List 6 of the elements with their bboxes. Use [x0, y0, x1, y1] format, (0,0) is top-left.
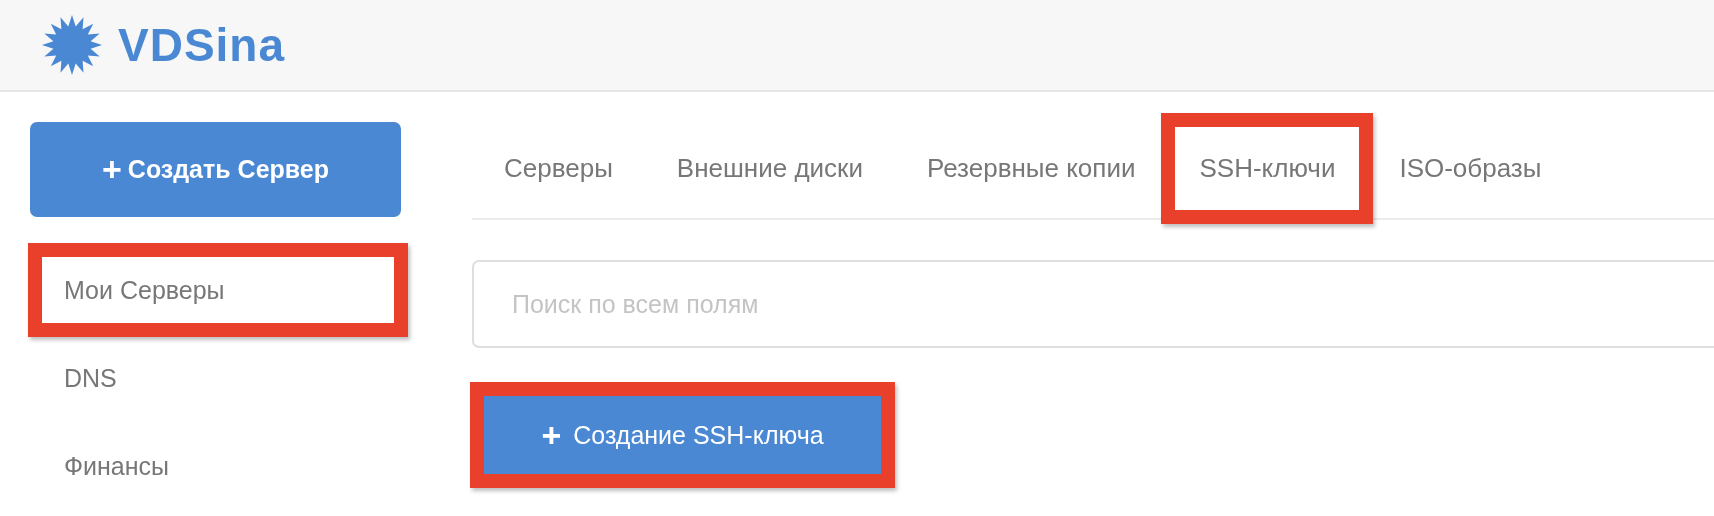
- logo-text[interactable]: VDSina: [118, 18, 286, 72]
- search-field[interactable]: Поиск по всем полям: [472, 260, 1714, 348]
- sidebar-item[interactable]: Мои Серверы: [28, 243, 408, 337]
- tab[interactable]: SSH-ключи: [1161, 112, 1374, 224]
- create-server-button[interactable]: + Создать Сервер: [30, 122, 401, 217]
- create-ssh-key-button[interactable]: + Создание SSH-ключа: [484, 396, 881, 474]
